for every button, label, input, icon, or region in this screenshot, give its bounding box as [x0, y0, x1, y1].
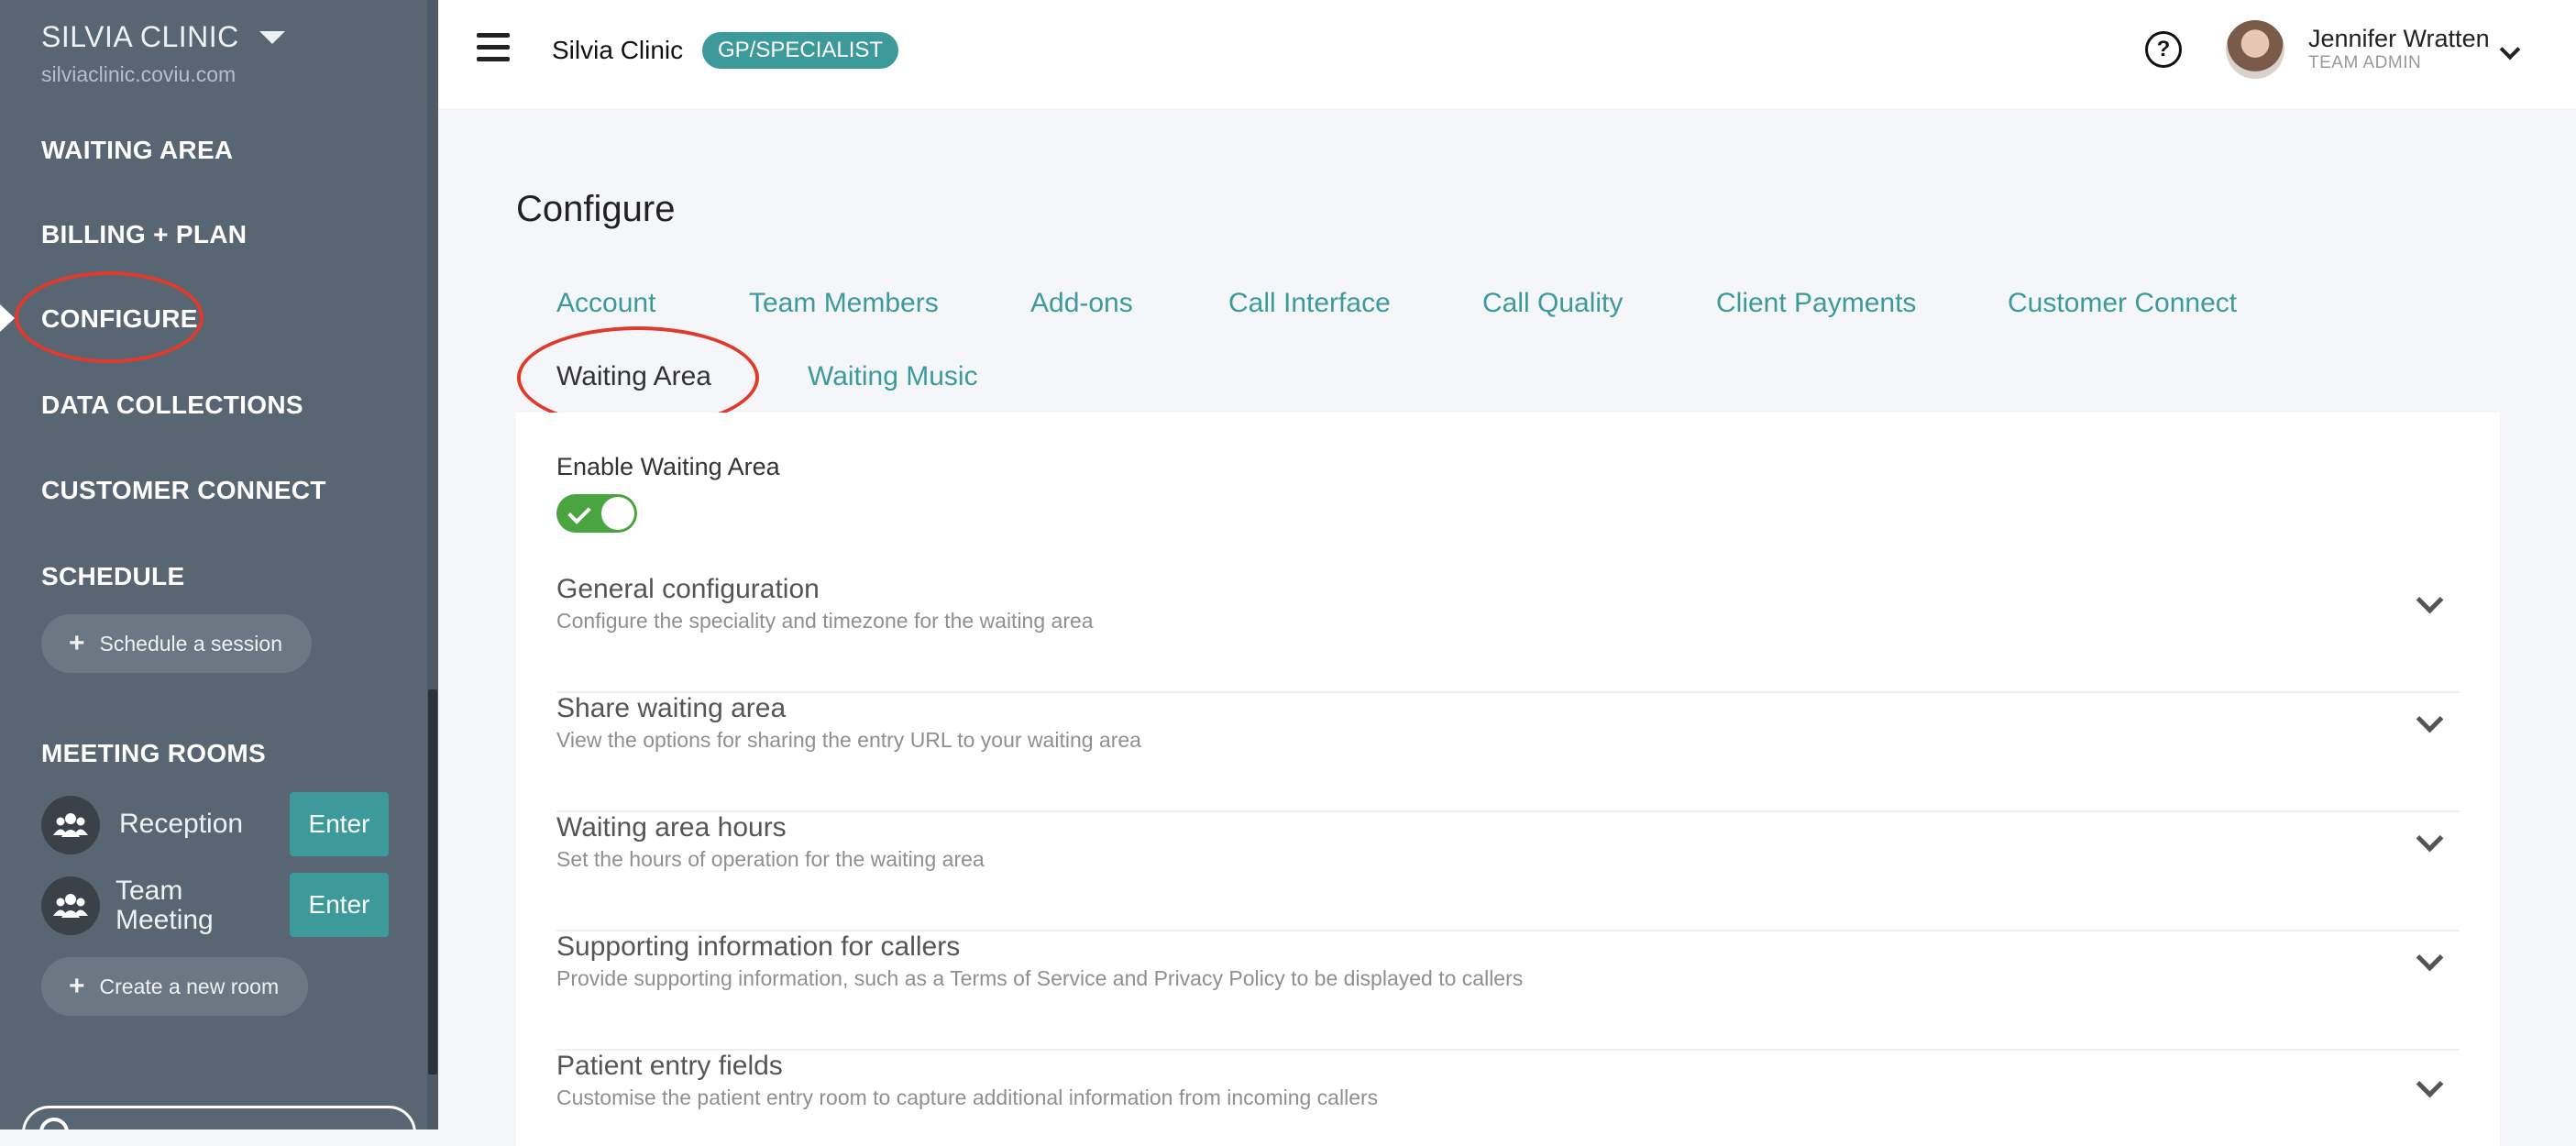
help-icon[interactable]: ? [2145, 31, 2182, 68]
top-bar: Silvia Clinic GP/SPECIALIST ? Jennifer W… [438, 0, 2576, 108]
org-name: Silvia Clinic [552, 36, 684, 64]
search-icon [39, 1118, 69, 1129]
tab-call-quality[interactable]: Call Quality [1482, 288, 1623, 319]
chevron-down-icon[interactable] [2416, 705, 2444, 733]
section-description: Customise the patient entry room to capt… [556, 1085, 1379, 1109]
room-name-team-meeting: Team Meeting [116, 876, 214, 935]
enable-waiting-area-toggle[interactable] [556, 494, 637, 533]
tab-customer-connect[interactable]: Customer Connect [2008, 288, 2237, 319]
nav-schedule[interactable]: SCHEDULE [41, 562, 184, 591]
chevron-down-icon[interactable] [2416, 824, 2444, 853]
chevron-down-icon[interactable] [2416, 1070, 2444, 1098]
sidebar: SILVIA CLINIC silviaclinic.coviu.com WAI… [0, 0, 438, 1129]
tab-account[interactable]: Account [556, 288, 655, 319]
user-name[interactable]: Jennifer Wratten [2308, 25, 2490, 53]
chevron-down-icon[interactable] [2416, 586, 2444, 614]
nav-billing-plan[interactable]: BILLING + PLAN [41, 220, 247, 249]
users-group-icon [41, 796, 100, 854]
active-nav-indicator [0, 304, 15, 332]
section-share-waiting-area[interactable]: Share waiting area View the options for … [556, 693, 2460, 812]
section-title: Supporting information for callers [556, 931, 961, 962]
toggle-knob [601, 497, 634, 530]
avatar[interactable] [2226, 20, 2284, 79]
enter-reception-button[interactable]: Enter [290, 792, 389, 856]
tab-client-payments[interactable]: Client Payments [1716, 288, 1916, 319]
section-description: Set the hours of operation for the waiti… [556, 847, 985, 871]
user-role: TEAM ADMIN [2308, 53, 2422, 72]
tab-waiting-music[interactable]: Waiting Music [808, 361, 978, 392]
section-description: Provide supporting information, such as … [556, 966, 1524, 990]
section-title: Share waiting area [556, 693, 787, 723]
room-name-reception: Reception [119, 809, 244, 839]
section-description: View the options for sharing the entry U… [556, 728, 1141, 752]
tab-add-ons[interactable]: Add-ons [1030, 288, 1133, 319]
schedule-session-button[interactable]: + Schedule a session [41, 614, 312, 673]
annotation-circle-configure [15, 271, 204, 363]
tab-team-members[interactable]: Team Members [749, 288, 939, 319]
plus-icon: + [69, 971, 85, 1001]
chevron-down-icon[interactable] [2416, 943, 2444, 972]
clinic-name: SILVIA CLINIC [41, 20, 239, 53]
clinic-url: silviaclinic.coviu.com [41, 62, 237, 86]
create-room-label: Create a new room [99, 974, 280, 998]
meeting-rooms-heading: MEETING ROOMS [41, 739, 267, 767]
section-description: Configure the speciality and timezone fo… [556, 609, 1094, 633]
nav-customer-connect[interactable]: CUSTOMER CONNECT [41, 476, 326, 505]
section-supporting-information[interactable]: Supporting information for callers Provi… [556, 931, 2460, 1051]
section-title: Waiting area hours [556, 812, 787, 843]
section-title: General configuration [556, 574, 820, 604]
section-title: Patient entry fields [556, 1051, 783, 1081]
sidebar-search-input[interactable] [22, 1106, 416, 1129]
page-title: Configure [516, 189, 676, 229]
tab-call-interface[interactable]: Call Interface [1228, 288, 1391, 319]
sidebar-scrollbar-thumb[interactable] [428, 689, 437, 1074]
section-general-configuration[interactable]: General configuration Configure the spec… [556, 574, 2460, 693]
org-type-badge: GP/SPECIALIST [702, 32, 899, 69]
users-group-icon [41, 876, 100, 935]
plus-icon: + [69, 628, 85, 658]
hamburger-menu-icon[interactable] [477, 33, 510, 62]
nav-data-collections[interactable]: DATA COLLECTIONS [41, 391, 303, 420]
enter-team-meeting-button[interactable]: Enter [290, 873, 389, 937]
check-icon [567, 501, 591, 524]
enable-waiting-area-label: Enable Waiting Area [556, 453, 780, 480]
create-room-button[interactable]: + Create a new room [41, 957, 309, 1016]
chevron-down-icon [259, 30, 285, 44]
clinic-switcher[interactable]: SILVIA CLINIC [41, 20, 285, 54]
schedule-session-label: Schedule a session [99, 631, 282, 656]
section-patient-entry-fields[interactable]: Patient entry fields Customise the patie… [556, 1051, 2460, 1129]
room-name-line: Meeting [116, 905, 214, 935]
nav-waiting-area[interactable]: WAITING AREA [41, 136, 233, 165]
section-waiting-area-hours[interactable]: Waiting area hours Set the hours of oper… [556, 812, 2460, 931]
chevron-down-icon[interactable] [2499, 39, 2521, 61]
room-name-line: Team [116, 876, 183, 906]
